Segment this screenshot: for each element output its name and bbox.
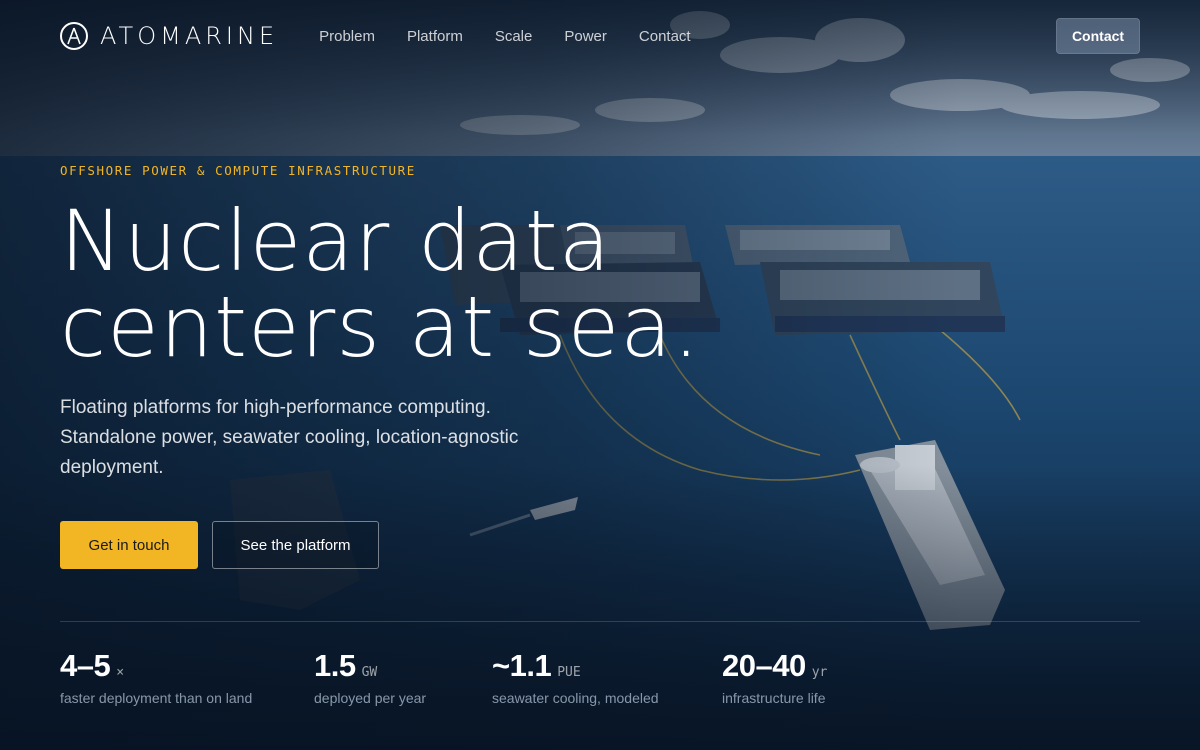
stat-pue: ~1.1 PUE seawater cooling, modeled: [492, 648, 659, 706]
hero-subcopy: Floating platforms for high-performance …: [60, 397, 519, 478]
nav-link-problem[interactable]: Problem: [319, 28, 375, 45]
stat-annual-capacity: 1.5 GW deployed per year: [314, 648, 426, 706]
nav-link-platform[interactable]: Platform: [407, 28, 463, 45]
stat-value: 1.5: [314, 648, 356, 683]
stat-unit: ×: [116, 665, 125, 680]
stat-unit: GW: [361, 665, 378, 680]
top-nav: ATOMARINE Problem Platform Scale Power C…: [60, 18, 1140, 54]
brand-logo[interactable]: ATOMARINE: [60, 22, 278, 50]
hero-eyebrow: OFFSHORE POWER & COMPUTE INFRASTRUCTURE: [60, 163, 416, 178]
brand-name: ATOMARINE: [100, 22, 279, 50]
get-in-touch-button[interactable]: Get in touch: [60, 521, 198, 569]
headline-line-2: centers at sea.: [60, 278, 701, 376]
stat-label: faster deployment than on land: [60, 690, 253, 706]
contact-button[interactable]: Contact: [1056, 18, 1140, 54]
hero-headline: Nuclear data centers at sea.: [60, 198, 700, 370]
stat-infrastructure-life: 20–40 yr infrastructure life: [722, 648, 827, 706]
stat-label: seawater cooling, modeled: [492, 690, 659, 706]
stat-label: infrastructure life: [722, 690, 826, 706]
see-platform-button[interactable]: See the platform: [212, 521, 379, 569]
nav-link-power[interactable]: Power: [564, 28, 607, 45]
stat-value: ~1.1: [492, 648, 552, 683]
nav-links: Problem Platform Scale Power Contact: [319, 28, 690, 45]
stat-value: 4–5: [60, 648, 111, 683]
stat-label: deployed per year: [314, 690, 427, 706]
stats-divider: [60, 621, 1140, 622]
stat-value: 20–40: [722, 648, 806, 683]
atom-a-logo-icon: [60, 22, 88, 50]
nav-link-scale[interactable]: Scale: [495, 28, 533, 45]
headline-line-1: Nuclear data: [60, 192, 612, 290]
stat-unit: PUE: [557, 665, 581, 680]
nav-link-contact[interactable]: Contact: [639, 28, 691, 45]
stat-deployment-speed: 4–5 × faster deployment than on land: [60, 648, 252, 706]
stat-unit: yr: [811, 665, 828, 680]
hero-cta-row: Get in touch See the platform: [60, 521, 379, 569]
